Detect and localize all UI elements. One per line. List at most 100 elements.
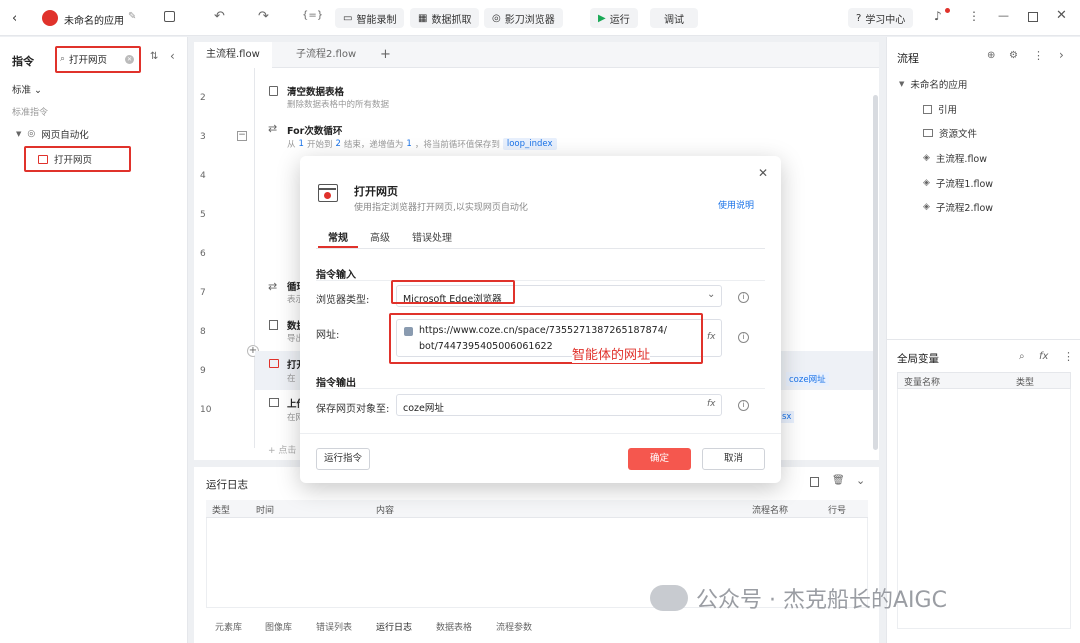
dialog-title: 打开网页	[354, 185, 398, 198]
col-flow-name: 流程名称	[752, 506, 789, 516]
info-icon[interactable]: i	[738, 332, 749, 343]
expand-arrow-icon: ▼	[899, 80, 905, 88]
collapse-block-icon[interactable]: −	[237, 131, 247, 141]
row-number: 5	[200, 210, 206, 220]
tab-subflow2[interactable]: 子流程2.flow	[284, 42, 368, 68]
maximize-icon[interactable]	[1028, 12, 1038, 22]
trash-icon[interactable]: 🗑	[832, 475, 845, 486]
loop-icon: ⇄	[268, 122, 278, 135]
browser-icon: ◎	[492, 12, 501, 24]
command-title[interactable]: 清空数据表格	[287, 84, 344, 98]
tab-error-handling[interactable]: 错误处理	[412, 229, 452, 244]
app-logo-icon	[42, 10, 58, 26]
function-icon[interactable]: fx	[1039, 351, 1048, 362]
tab-data-table[interactable]: 数据表格	[436, 620, 472, 633]
tab-run-log[interactable]: 运行日志	[376, 620, 412, 633]
col-type: 类型	[212, 506, 231, 516]
edit-icon[interactable]: ✎	[128, 11, 136, 22]
run-button[interactable]: ▶ 运行	[590, 8, 638, 28]
tab-flow-params[interactable]: 流程参数	[496, 620, 532, 633]
watermark: 公众号 · 杰克船长的AIGC	[650, 582, 947, 614]
smart-record-button[interactable]: ▭ 智能录制	[335, 8, 405, 28]
add-flow-icon[interactable]: ⊕	[987, 50, 995, 61]
back-icon[interactable]: ‹	[12, 11, 17, 26]
flow-item-sub2[interactable]: ◈ 子流程2.flow	[923, 200, 993, 214]
search-highlight-box	[55, 46, 141, 73]
flow-more-icon[interactable]: ⋮	[1033, 49, 1044, 62]
flow-item-main[interactable]: ◈ 主流程.flow	[923, 151, 987, 165]
debug-button[interactable]: 调试	[650, 8, 698, 28]
standard-dropdown[interactable]: 标准 ⌄	[12, 82, 42, 96]
learn-center-button[interactable]: ? 学习中心	[848, 8, 914, 28]
layers-icon: ◈	[923, 202, 930, 212]
chevron-right-icon[interactable]: ›	[1059, 48, 1064, 62]
standard-cmds-label: 标准指令	[12, 108, 49, 118]
loop-end-icon: ⇄	[268, 280, 278, 293]
browser-button[interactable]: ◎ 影刀浏览器	[484, 8, 563, 28]
bell-icon[interactable]: ♪	[934, 9, 942, 23]
tab-general[interactable]: 常规	[328, 229, 348, 244]
save-icon[interactable]	[164, 11, 175, 22]
sort-icon[interactable]: ⇅	[150, 51, 158, 62]
url-label: 网址:	[316, 330, 340, 341]
tab-error-list[interactable]: 错误列表	[316, 620, 352, 633]
add-tab-icon[interactable]: +	[380, 47, 391, 62]
tab-main-flow[interactable]: 主流程.flow	[194, 42, 272, 68]
webpage-icon	[269, 359, 279, 368]
flow-item-sub1[interactable]: ◈ 子流程1.flow	[923, 176, 993, 190]
open-webpage-dialog: ✕ 打开网页 使用指定浏览器打开网页,以实现网页自动化 使用说明 常规 高级 错…	[300, 156, 781, 483]
collapse-icon[interactable]: ‹	[170, 49, 175, 63]
browser-type-label: 浏览器类型:	[316, 295, 370, 306]
run-log-panel: 运行日志 🗑 ⌄ 类型 时间 内容 流程名称 行号	[194, 467, 879, 643]
col-var-name: 变量名称	[904, 378, 941, 388]
info-icon[interactable]: i	[738, 400, 749, 411]
expand-arrow-icon: ▼	[16, 130, 22, 138]
log-table-header: 类型 时间 内容 流程名称 行号	[206, 500, 868, 518]
play-icon: ▶	[598, 12, 606, 24]
row-number: 3	[200, 132, 206, 142]
help-link[interactable]: 使用说明	[718, 198, 754, 211]
app-title[interactable]: 未命名的应用	[64, 12, 124, 27]
command-title[interactable]: For次数循环	[287, 123, 342, 137]
row-number: 6	[200, 249, 206, 259]
browser-highlight-box	[391, 280, 515, 304]
row-number: 2	[200, 93, 206, 103]
output-section-title: 指令输出	[316, 378, 356, 389]
scrollbar[interactable]	[873, 95, 878, 450]
flow-item-reference[interactable]: 引用	[923, 102, 957, 116]
cancel-button[interactable]: 取消	[702, 448, 765, 470]
vars-more-icon[interactable]: ⋮	[1063, 350, 1074, 363]
save-object-input[interactable]: coze网址 fx	[396, 394, 722, 416]
run-command-button[interactable]: 运行指令	[316, 448, 370, 470]
row-number: 9	[200, 366, 206, 376]
tab-element-library[interactable]: 元素库	[215, 620, 242, 633]
output-var-tag: sx	[779, 411, 795, 423]
confirm-button[interactable]: 确定	[628, 448, 691, 470]
var-search-icon[interactable]: ⌕	[1019, 351, 1025, 362]
tree-group-web-automation[interactable]: ▼ ◎ 网页自动化	[16, 127, 89, 141]
close-icon[interactable]: ✕	[758, 166, 768, 180]
chevron-down-icon[interactable]: ⌄	[856, 474, 865, 487]
row-number: 4	[200, 171, 206, 181]
variable-icon[interactable]: {=}	[302, 10, 323, 21]
function-icon[interactable]: fx	[707, 332, 716, 342]
export-log-icon[interactable]	[810, 477, 819, 487]
undo-icon[interactable]: ↶	[214, 9, 225, 24]
upload-icon	[269, 398, 279, 407]
flow-item-resources[interactable]: 资源文件	[923, 126, 977, 140]
data-capture-button[interactable]: ▦ 数据抓取	[410, 8, 480, 28]
settings-icon[interactable]: ⚙	[1009, 50, 1018, 61]
add-command-link[interactable]: + 点击	[268, 443, 296, 456]
clear-table-icon	[269, 86, 278, 96]
function-icon[interactable]: fx	[707, 399, 716, 409]
tab-image-library[interactable]: 图像库	[265, 620, 292, 633]
minimize-icon[interactable]: —	[998, 9, 1009, 22]
close-window-icon[interactable]: ✕	[1056, 8, 1067, 23]
tab-advanced[interactable]: 高级	[370, 229, 390, 244]
redo-icon[interactable]: ↷	[258, 9, 269, 24]
top-bar: ‹ 未命名的应用 ✎ ↶ ↷ {=} ▭ 智能录制 ▦ 数据抓取 ◎ 影刀浏览器 ▶ 运…	[0, 0, 1080, 36]
dialog-desc: 使用指定浏览器打开网页,以实现网页自动化	[354, 203, 528, 213]
flow-tree-root[interactable]: ▼ 未命名的应用	[899, 77, 967, 91]
more-icon[interactable]: ⋮	[968, 9, 980, 23]
info-icon[interactable]: i	[738, 292, 749, 303]
